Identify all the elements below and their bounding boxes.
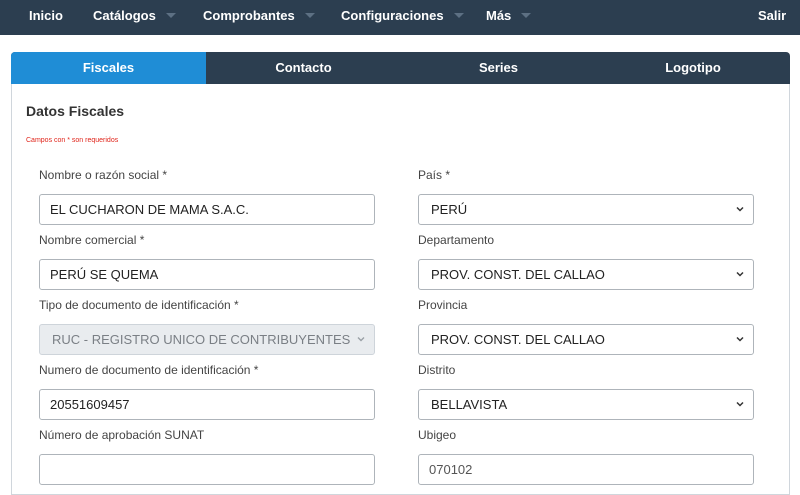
tab-contacto[interactable]: Contacto [206, 52, 401, 84]
departamento-label: Departamento [418, 233, 495, 247]
tab-fiscales[interactable]: Fiscales [11, 52, 206, 84]
nav-catalogos[interactable]: Catálogos [93, 0, 176, 35]
departamento-value: PROV. CONST. DEL CALLAO [431, 267, 605, 282]
top-navbar: Inicio Catálogos Comprobantes Configurac… [0, 0, 800, 35]
aprobacion-sunat-label: Número de aprobación SUNAT [39, 428, 205, 442]
tipo-documento-label: Tipo de documento de identificación * [39, 298, 239, 312]
section-title: Datos Fiscales [26, 103, 125, 119]
numero-documento-label: Numero de documento de identificación * [39, 363, 259, 377]
chevron-down-icon [736, 336, 744, 342]
tab-logotipo-label: Logotipo [665, 60, 721, 75]
nav-catalogos-label: Catálogos [93, 8, 156, 23]
pais-select[interactable]: PERÚ [418, 194, 754, 225]
tab-contacto-label: Contacto [275, 60, 332, 75]
chevron-down-icon [165, 13, 176, 19]
numero-documento-input[interactable] [39, 389, 375, 420]
chevron-down-icon [304, 13, 315, 19]
chevron-down-icon [736, 271, 744, 277]
provincia-value: PROV. CONST. DEL CALLAO [431, 332, 605, 347]
distrito-label: Distrito [418, 363, 456, 377]
nav-configuraciones[interactable]: Configuraciones [341, 0, 464, 35]
ubigeo-input[interactable] [418, 454, 754, 485]
nav-inicio[interactable]: Inicio [29, 0, 63, 35]
nav-inicio-label: Inicio [29, 8, 63, 23]
tab-fiscales-label: Fiscales [82, 60, 135, 75]
tab-bar: Fiscales Contacto Series Logotipo [11, 52, 790, 84]
tipo-documento-value: RUC - REGISTRO UNICO DE CONTRIBUYENTES [52, 332, 351, 347]
distrito-select[interactable]: BELLAVISTA [418, 389, 754, 420]
required-fields-note: Campos con * son requeridos [26, 137, 119, 144]
distrito-value: BELLAVISTA [431, 397, 508, 412]
razon-social-label: Nombre o razón social * [39, 168, 168, 182]
tipo-documento-select[interactable]: RUC - REGISTRO UNICO DE CONTRIBUYENTES [39, 324, 375, 355]
pais-label: País * [418, 168, 451, 182]
nav-comprobantes-label: Comprobantes [203, 8, 295, 23]
razon-social-input[interactable] [39, 194, 375, 225]
chevron-down-icon [453, 13, 464, 19]
pais-value: PERÚ [431, 202, 468, 217]
departamento-select[interactable]: PROV. CONST. DEL CALLAO [418, 259, 754, 290]
chevron-down-icon [736, 401, 744, 407]
chevron-down-icon [736, 206, 744, 212]
nav-mas[interactable]: Más [486, 0, 532, 35]
tab-series-label: Series [478, 60, 519, 75]
nombre-comercial-label: Nombre comercial * [39, 233, 145, 247]
tab-logotipo[interactable]: Logotipo [596, 52, 790, 84]
nombre-comercial-input[interactable] [39, 259, 375, 290]
nav-comprobantes[interactable]: Comprobantes [203, 0, 315, 35]
ubigeo-label: Ubigeo [418, 428, 457, 442]
tab-series[interactable]: Series [401, 52, 596, 84]
nav-configuraciones-label: Configuraciones [341, 8, 444, 23]
logout-button[interactable]: Salir [758, 0, 786, 35]
provincia-select[interactable]: PROV. CONST. DEL CALLAO [418, 324, 754, 355]
nav-mas-label: Más [486, 8, 512, 23]
provincia-label: Provincia [418, 298, 468, 312]
chevron-down-icon [521, 13, 532, 19]
aprobacion-sunat-input[interactable] [39, 454, 375, 485]
logout-label: Salir [758, 8, 787, 23]
chevron-down-icon [357, 337, 365, 342]
